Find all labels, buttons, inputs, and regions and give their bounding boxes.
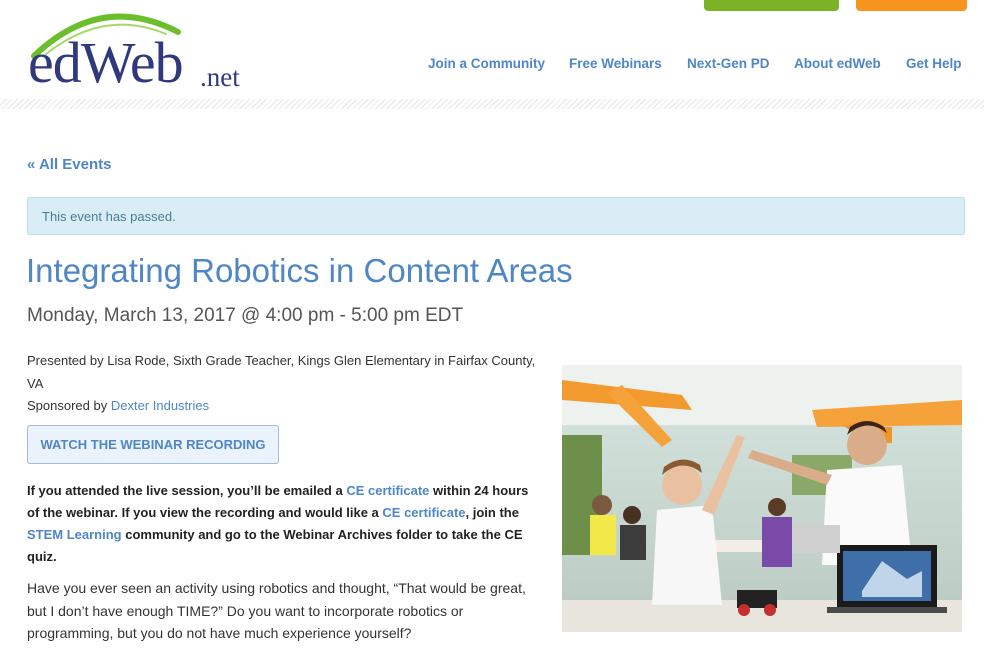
sponsor-label: Sponsored by — [27, 398, 111, 413]
sponsor-line: Sponsored by Dexter Industries — [27, 395, 537, 418]
top-green-button[interactable] — [704, 0, 839, 11]
header-divider — [0, 99, 984, 109]
students-high-five-image — [562, 365, 962, 632]
all-events-link[interactable]: « All Events — [27, 156, 111, 173]
sponsor-link[interactable]: Dexter Industries — [111, 398, 209, 413]
main-nav: Join a Community Free Webinars Next-Gen … — [0, 56, 984, 76]
nav-join-community[interactable]: Join a Community — [428, 56, 545, 71]
ce-text-1: If you attended the live session, you’ll… — [27, 483, 347, 498]
ce-certificate-link-1[interactable]: CE certificate — [346, 483, 429, 498]
event-title: Integrating Robotics in Content Areas — [26, 252, 573, 289]
edweb-logo[interactable]: edWeb .net — [26, 4, 256, 96]
stem-learning-link[interactable]: STEM Learning — [27, 527, 122, 542]
notice-text: This event has passed. — [42, 209, 176, 224]
nav-free-webinars[interactable]: Free Webinars — [569, 56, 662, 71]
nav-get-help[interactable]: Get Help — [906, 56, 962, 71]
nav-next-gen-pd[interactable]: Next-Gen PD — [687, 56, 770, 71]
event-passed-notice: This event has passed. — [27, 197, 965, 235]
nav-about-edweb[interactable]: About edWeb — [794, 56, 881, 71]
ce-certificate-paragraph: If you attended the live session, you’ll… — [27, 480, 537, 568]
presenter-info: Presented by Lisa Rode, Sixth Grade Teac… — [27, 350, 537, 418]
watch-recording-button[interactable]: WATCH THE WEBINAR RECORDING — [27, 425, 279, 464]
event-datetime: Monday, March 13, 2017 @ 4:00 pm - 5:00 … — [27, 305, 464, 326]
ce-certificate-link-2[interactable]: CE certificate — [382, 505, 465, 520]
top-orange-button[interactable] — [856, 0, 967, 11]
intro-paragraph: Have you ever seen an activity using rob… — [27, 580, 526, 641]
presenter-text: Presented by Lisa Rode, Sixth Grade Teac… — [27, 353, 536, 391]
event-photo — [562, 365, 962, 632]
ce-text-3: , join the — [465, 505, 519, 520]
